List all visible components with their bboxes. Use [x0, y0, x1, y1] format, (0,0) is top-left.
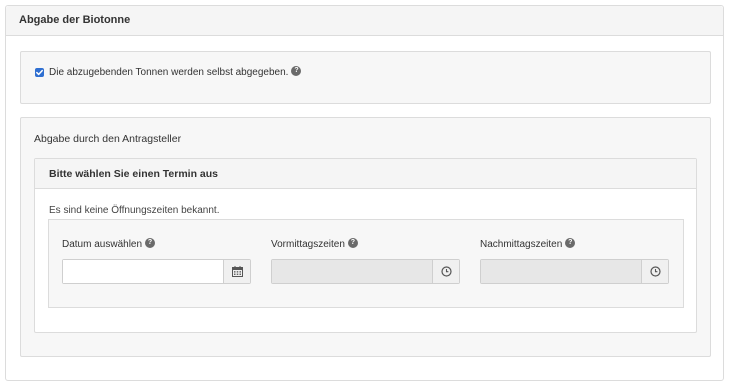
applicant-section: Abgabe durch den Antragsteller Bitte wäh…: [20, 117, 711, 357]
morning-clock-button: [432, 260, 459, 283]
panel-header: Abgabe der Biotonne: [6, 6, 723, 36]
morning-input-group: [271, 259, 460, 284]
appointment-panel: Bitte wählen Sie einen Termin aus Es sin…: [34, 158, 697, 333]
question-circle-icon[interactable]: ?: [565, 238, 576, 249]
clock-icon: [441, 266, 452, 277]
date-picker-button[interactable]: [223, 260, 250, 283]
date-input[interactable]: [63, 260, 223, 283]
applicant-section-title: Abgabe durch den Antragsteller: [34, 133, 182, 145]
self-delivery-section: Die abzugebenden Tonnen werden selbst ab…: [20, 51, 711, 104]
question-circle-icon[interactable]: ?: [347, 238, 358, 249]
self-delivery-label[interactable]: Die abzugebenden Tonnen werden selbst ab…: [49, 66, 302, 78]
appointment-panel-header: Bitte wählen Sie einen Termin aus: [35, 159, 696, 189]
question-circle-icon[interactable]: ?: [145, 238, 156, 249]
afternoon-time-input: [481, 260, 641, 283]
date-label-text: Datum auswählen: [62, 239, 143, 250]
appointment-fields: Datum auswählen? Vormittagszeiten ? Nach…: [48, 219, 684, 308]
checkmark-icon: [36, 69, 43, 76]
no-opening-hours-note: Es sind keine Öffnungszeiten bekannt.: [49, 205, 220, 216]
date-input-group: [62, 259, 251, 284]
appointment-panel-title: Bitte wählen Sie einen Termin aus: [49, 168, 219, 180]
morning-time-input: [272, 260, 432, 283]
clock-icon: [650, 266, 661, 277]
afternoon-label: Nachmittagszeiten?: [480, 238, 576, 250]
panel-title: Abgabe der Biotonne: [19, 14, 131, 26]
date-label: Datum auswählen?: [62, 238, 156, 250]
morning-label: Vormittagszeiten?: [271, 238, 358, 250]
calendar-icon: [232, 266, 243, 277]
morning-label-text: Vormittagszeiten: [271, 239, 345, 250]
self-delivery-label-text: Die abzugebenden Tonnen werden selbst ab…: [49, 67, 289, 78]
question-circle-icon[interactable]: ?: [291, 66, 302, 77]
biotonne-panel: Abgabe der Biotonne Die abzugebenden Ton…: [5, 5, 724, 381]
self-delivery-checkbox[interactable]: [35, 68, 44, 77]
afternoon-label-text: Nachmittagszeiten: [480, 239, 563, 250]
afternoon-clock-button: [641, 260, 668, 283]
afternoon-input-group: [480, 259, 669, 284]
